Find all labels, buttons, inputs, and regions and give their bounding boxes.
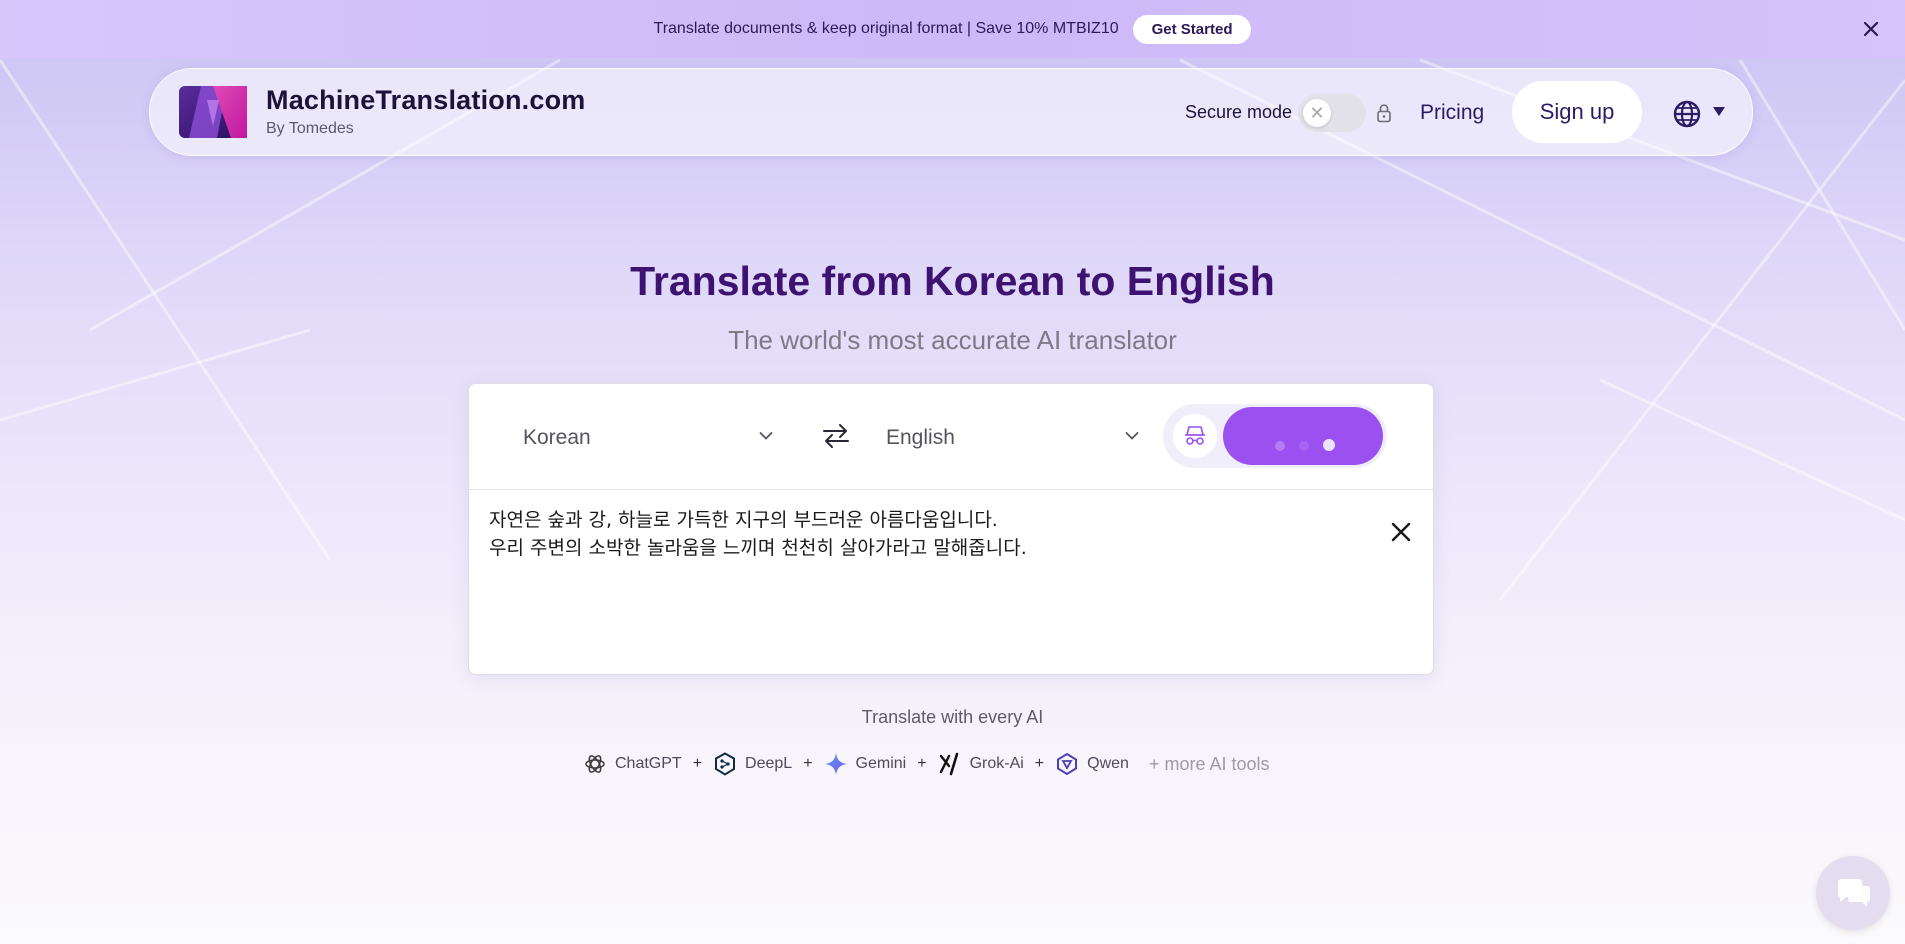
ai-tool-label: Qwen xyxy=(1087,755,1129,772)
ai-tool-label: ChatGPT xyxy=(615,755,682,772)
close-icon[interactable] xyxy=(1859,17,1883,41)
loading-indicator xyxy=(1269,439,1339,453)
ai-tool-gemini[interactable]: Gemini xyxy=(824,752,907,776)
incognito-mode-button[interactable] xyxy=(1173,414,1217,458)
site-header: MachineTranslation.com By Tomedes Secure… xyxy=(149,68,1753,156)
ai-tool-chatgpt[interactable]: ChatGPT xyxy=(583,752,682,776)
plus-separator: + xyxy=(1034,755,1045,772)
page-title: Translate from Korean to English xyxy=(630,258,1275,304)
chevron-down-icon[interactable] xyxy=(759,431,773,441)
brand-title[interactable]: MachineTranslation.com xyxy=(266,85,585,116)
gemini-icon xyxy=(824,753,847,775)
ai-tool-grok[interactable]: Grok-Ai xyxy=(938,752,1024,776)
chatgpt-icon xyxy=(585,755,605,773)
chevron-down-icon[interactable] xyxy=(1125,431,1139,441)
qwen-icon xyxy=(1057,752,1078,776)
clear-text-icon[interactable] xyxy=(1390,521,1412,543)
ai-tool-label: DeepL xyxy=(745,755,793,772)
promo-text: Translate documents & keep original form… xyxy=(653,20,1119,37)
toggle-off-icon: ✕ xyxy=(1303,99,1331,127)
plus-separator: + xyxy=(917,755,927,772)
more-ai-tools-link[interactable]: + more AI tools xyxy=(1149,754,1270,775)
source-language-select[interactable]: Korean xyxy=(523,426,591,450)
source-text-line: 우리 주변의 소박한 놀라움을 느끼며 천천히 살아가라고 말해줍니다. xyxy=(489,537,1027,559)
ai-tools-caption: Translate with every AI xyxy=(861,707,1044,727)
swap-languages-icon[interactable] xyxy=(821,422,851,450)
source-text-area[interactable]: 자연은 숲과 강, 하늘로 가득한 지구의 부드러운 아름다움입니다. 우리 주… xyxy=(489,506,1329,562)
get-started-button[interactable]: Get Started xyxy=(1132,14,1252,44)
grok-icon xyxy=(939,752,958,776)
chevron-down-icon[interactable] xyxy=(1713,107,1725,116)
promo-banner: Translate documents & keep original form… xyxy=(0,0,1905,58)
globe-icon[interactable] xyxy=(1672,99,1702,129)
ai-tools-list: ChatGPT + DeepL + Gemini + Grok-Ai + Qwe… xyxy=(583,750,1270,778)
ai-tool-qwen[interactable]: Qwen xyxy=(1055,752,1129,776)
signup-button[interactable]: Sign up xyxy=(1512,81,1642,143)
page-subtitle: The world's most accurate AI translator xyxy=(728,325,1177,355)
target-language-select[interactable]: English xyxy=(886,426,955,450)
source-text-line: 자연은 숲과 강, 하늘로 가득한 지구의 부드러운 아름다움입니다. xyxy=(489,509,998,531)
secure-mode-label: Secure mode xyxy=(1185,102,1293,122)
logo-icon[interactable] xyxy=(179,86,247,138)
lock-icon xyxy=(1377,104,1391,123)
translate-controls xyxy=(1163,404,1387,468)
translate-button[interactable] xyxy=(1223,407,1383,465)
chat-widget-button[interactable] xyxy=(1816,856,1890,930)
secure-mode-toggle[interactable]: ✕ xyxy=(1298,94,1366,132)
brand-subtitle: By Tomedes xyxy=(266,120,354,137)
ai-tool-label: Gemini xyxy=(855,755,907,772)
deepl-icon xyxy=(715,752,736,776)
plus-separator: + xyxy=(692,755,703,772)
ai-tool-deepl[interactable]: DeepL xyxy=(713,752,792,776)
pricing-link[interactable]: Pricing xyxy=(1420,101,1484,125)
incognito-icon xyxy=(1185,426,1205,445)
chat-icon xyxy=(1838,879,1870,907)
plus-separator: + xyxy=(803,755,813,772)
ai-tool-label: Grok-Ai xyxy=(969,755,1024,772)
language-bar: Korean English xyxy=(469,384,1433,490)
translator-panel: Korean English 자연은 숲과 강, 하늘로 가득한 지구의 부드러… xyxy=(468,383,1434,675)
